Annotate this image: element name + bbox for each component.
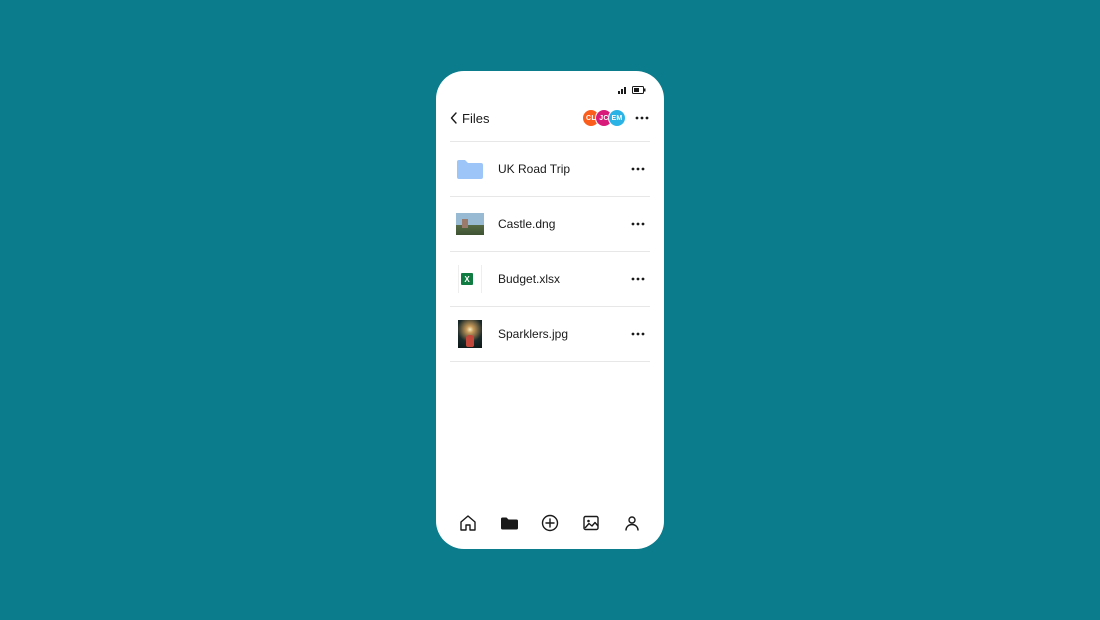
chevron-left-icon — [450, 112, 458, 124]
item-more-button[interactable] — [628, 214, 648, 234]
nav-home-button[interactable] — [454, 509, 482, 537]
item-more-button[interactable] — [628, 324, 648, 344]
status-bar — [450, 85, 650, 95]
cellular-signal-icon — [618, 86, 628, 94]
nav-photos-button[interactable] — [577, 509, 605, 537]
list-item[interactable]: Castle.dng — [450, 197, 650, 252]
list-item[interactable]: Sparklers.jpg — [450, 307, 650, 362]
plus-circle-icon — [541, 514, 559, 532]
list-item[interactable]: UK Road Trip — [450, 142, 650, 197]
nav-add-button[interactable] — [536, 509, 564, 537]
folder-icon — [500, 515, 518, 531]
nav-account-button[interactable] — [618, 509, 646, 537]
back-label: Files — [462, 111, 489, 126]
image-thumbnail — [456, 320, 484, 348]
avatar: EM — [608, 109, 626, 127]
back-button[interactable]: Files — [450, 111, 489, 126]
header: Files CL JC EM — [450, 105, 650, 141]
item-more-button[interactable] — [628, 269, 648, 289]
file-name: Budget.xlsx — [484, 272, 628, 286]
home-icon — [459, 514, 477, 532]
file-name: UK Road Trip — [484, 162, 628, 176]
header-more-button[interactable] — [634, 110, 650, 126]
file-list: UK Road Trip Castle.dng X Budget.xlsx — [450, 141, 650, 362]
file-name: Sparklers.jpg — [484, 327, 628, 341]
person-icon — [623, 514, 641, 532]
header-right: CL JC EM — [582, 109, 650, 127]
shared-avatars[interactable]: CL JC EM — [582, 109, 626, 127]
photo-icon — [582, 514, 600, 532]
list-item[interactable]: X Budget.xlsx — [450, 252, 650, 307]
phone-frame: Files CL JC EM UK Road Trip — [436, 71, 664, 549]
image-thumbnail — [456, 210, 484, 238]
nav-files-button[interactable] — [495, 509, 523, 537]
xlsx-badge: X — [461, 273, 473, 285]
file-name: Castle.dng — [484, 217, 628, 231]
battery-icon — [632, 86, 646, 94]
item-more-button[interactable] — [628, 159, 648, 179]
spreadsheet-icon: X — [456, 265, 484, 293]
folder-icon — [456, 155, 484, 183]
bottom-nav — [450, 503, 650, 539]
